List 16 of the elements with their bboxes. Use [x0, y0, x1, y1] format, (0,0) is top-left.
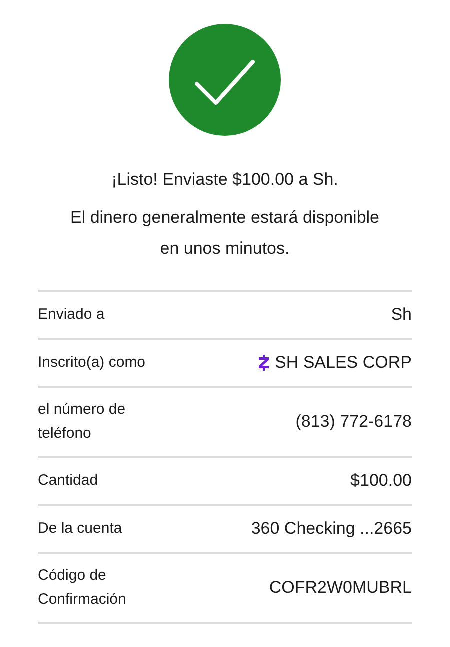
- detail-value: Sh: [391, 305, 412, 325]
- detail-value: COFR2W0MUBRL: [269, 578, 412, 598]
- detail-value: (813) 772-6178: [296, 412, 412, 432]
- confirmation-message: El dinero generalmente estará disponible en unos minutos.: [69, 207, 381, 260]
- detail-value: 360 Checking ...2665: [251, 519, 412, 539]
- detail-label: Inscrito(a) como: [38, 353, 146, 373]
- zelle-z-icon: [259, 355, 269, 371]
- detail-label: Cantidad: [38, 471, 98, 491]
- detail-value: SH SALES CORP: [275, 353, 412, 373]
- checkmark-circle-icon: [169, 24, 281, 136]
- detail-value: $100.00: [350, 471, 412, 491]
- confirmation-title: ¡Listo! Enviaste $100.00 a Sh.: [110, 170, 340, 190]
- detail-label: De la cuenta: [38, 519, 122, 539]
- detail-label: Código de Confirmación: [38, 566, 126, 610]
- detail-label: el número de teléfono: [38, 400, 126, 444]
- detail-label: Enviado a: [38, 305, 105, 325]
